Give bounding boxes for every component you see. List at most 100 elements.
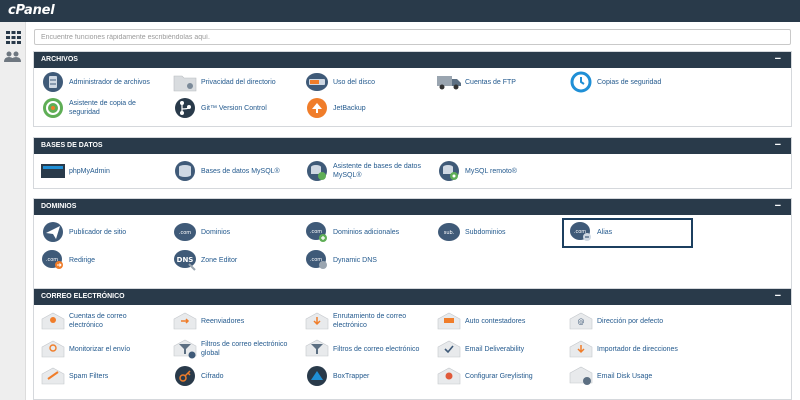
tool-label: Auto contestadores <box>465 317 526 325</box>
email-filter-icon <box>303 338 330 360</box>
tool-phpmyadmin[interactable]: phpMyAdmin <box>39 160 110 182</box>
tool-label: Asistente de bases de datos MySQL® <box>333 163 421 179</box>
tool-label: Cifrado <box>201 372 224 380</box>
truck-icon <box>435 71 462 93</box>
tool-default-address[interactable]: @ Dirección por defecto <box>567 310 663 332</box>
tool-autoresponders[interactable]: Auto contestadores <box>435 310 525 332</box>
tool-label: Dominios <box>201 228 231 236</box>
tools-grid-button[interactable] <box>3 28 23 46</box>
tool-backup-wizard[interactable]: Asistente de copia de seguridad <box>39 97 159 119</box>
sidebar <box>0 22 26 400</box>
svg-text:sub.: sub. <box>443 230 454 236</box>
tool-label: Monitorizar el envío <box>69 345 131 353</box>
git-icon <box>171 97 198 119</box>
grid-icon <box>5 30 21 44</box>
tool-mysql-database-wizard[interactable]: Asistente de bases de datos MySQL® <box>303 160 433 182</box>
section-correo-header[interactable]: CORREO ELECTRÓNICO − <box>34 289 791 305</box>
tool-directory-privacy[interactable]: Privacidad del directorio <box>171 71 276 93</box>
database-icon <box>171 160 198 182</box>
section-archivos: ARCHIVOS − Administrador de archivos Pri… <box>33 51 792 127</box>
tool-greylisting[interactable]: Configurar Greylisting <box>435 365 533 387</box>
dotcom-add-icon: .com <box>303 221 330 243</box>
file-cabinet-icon <box>39 71 66 93</box>
tool-label: MySQL remoto® <box>465 167 517 175</box>
section-dominios-header[interactable]: DOMINIOS − <box>34 199 791 215</box>
tool-remote-mysql[interactable]: MySQL remoto® <box>435 160 517 182</box>
tool-boxtrapper[interactable]: BoxTrapper <box>303 365 369 387</box>
tool-label: Subdominios <box>465 228 506 236</box>
tool-label: Reenviadores <box>201 317 245 325</box>
tool-email-routing[interactable]: Enrutamiento de correo electrónico <box>303 310 418 332</box>
boxtrapper-icon <box>303 365 330 387</box>
tool-label: Email Deliverability <box>465 345 525 353</box>
tool-jetbackup[interactable]: JetBackup <box>303 97 366 119</box>
section-correo-electronico: CORREO ELECTRÓNICO − Cuentas de correo e… <box>33 288 792 400</box>
jetbackup-icon <box>303 97 330 119</box>
remote-database-icon <box>435 160 462 182</box>
tool-disk-usage[interactable]: Uso del disco <box>303 71 375 93</box>
tool-redirects[interactable]: .com Redirige <box>39 249 95 271</box>
users-button[interactable] <box>3 48 23 66</box>
tool-spam-filters[interactable]: Spam Filters <box>39 365 108 387</box>
tool-mysql-databases[interactable]: Bases de datos MySQL® <box>171 160 280 182</box>
spam-filter-icon <box>39 365 66 387</box>
tool-zone-editor[interactable]: DNS Zone Editor <box>171 249 237 271</box>
collapse-icon[interactable]: − <box>775 52 781 67</box>
tool-email-filters[interactable]: Filtros de correo electrónico <box>303 338 419 360</box>
tool-label: Zone Editor <box>201 256 238 264</box>
tool-label: Publicador de sitio <box>69 228 127 236</box>
subdomain-icon: sub. <box>435 221 462 243</box>
tool-label: Cuentas de correo electrónico <box>69 313 127 329</box>
tool-track-delivery[interactable]: Monitorizar el envío <box>39 338 130 360</box>
tool-encryption[interactable]: Cifrado <box>171 365 224 387</box>
section-archivos-header[interactable]: ARCHIVOS − <box>34 52 791 68</box>
paper-plane-icon <box>39 221 66 243</box>
tool-ftp-accounts[interactable]: Cuentas de FTP <box>435 71 516 93</box>
tool-label: Importador de direcciones <box>597 345 678 353</box>
tool-subdomains[interactable]: sub. Subdominios <box>435 221 505 243</box>
tool-domains[interactable]: .com Dominios <box>171 221 230 243</box>
encryption-icon <box>171 365 198 387</box>
dns-icon: DNS <box>171 249 198 271</box>
database-wizard-icon <box>303 160 330 182</box>
tool-dynamic-dns[interactable]: .com Dynamic DNS <box>303 249 377 271</box>
dotcom-dynamic-icon: .com <box>303 249 330 271</box>
tool-forwarders[interactable]: Reenviadores <box>171 310 244 332</box>
email-accounts-icon <box>39 310 66 332</box>
tool-file-manager[interactable]: Administrador de archivos <box>39 71 150 93</box>
section-title: BASES DE DATOS <box>41 142 103 149</box>
email-disk-usage-icon <box>567 365 594 387</box>
disk-icon <box>303 71 330 93</box>
tool-email-accounts[interactable]: Cuentas de correo electrónico <box>39 310 149 332</box>
phpmyadmin-icon <box>39 160 66 182</box>
dotcom-redirect-icon: .com <box>39 249 66 271</box>
tool-email-disk-usage[interactable]: Email Disk Usage <box>567 365 652 387</box>
tool-site-publisher[interactable]: Publicador de sitio <box>39 221 126 243</box>
tool-addon-domains[interactable]: .com Dominios adicionales <box>303 221 399 243</box>
users-icon <box>4 51 21 62</box>
tool-label: Filtros de correo electrónico global <box>201 341 288 357</box>
address-importer-icon <box>567 338 594 360</box>
tool-global-email-filters[interactable]: Filtros de correo electrónico global <box>171 338 296 360</box>
section-title: CORREO ELECTRÓNICO <box>41 293 125 300</box>
collapse-icon[interactable]: − <box>775 289 781 304</box>
search-input[interactable] <box>34 29 791 45</box>
section-bases-de-datos-header[interactable]: BASES DE DATOS − <box>34 138 791 154</box>
collapse-icon[interactable]: − <box>775 138 781 153</box>
global-filter-icon <box>171 338 198 360</box>
tool-email-deliverability[interactable]: Email Deliverability <box>435 338 524 360</box>
collapse-icon[interactable]: − <box>775 199 781 214</box>
folder-icon <box>171 71 198 93</box>
tool-git-version-control[interactable]: Git™ Version Control <box>171 97 267 119</box>
cpanel-logo[interactable]: cPanel <box>8 3 55 18</box>
tool-backup[interactable]: Copias de seguridad <box>567 71 661 93</box>
section-bases-de-datos: BASES DE DATOS − phpMyAdmin Bases de dat… <box>33 137 792 189</box>
tool-address-importer[interactable]: Importador de direcciones <box>567 338 678 360</box>
tool-label: Git™ Version Control <box>201 104 267 112</box>
dotcom-icon: .com <box>171 221 198 243</box>
tool-label: Dominios adicionales <box>333 228 400 236</box>
section-dominios: DOMINIOS − Publicador de sitio .com Domi… <box>33 198 792 301</box>
svg-text:.com: .com <box>309 229 321 235</box>
tool-label: JetBackup <box>333 104 366 112</box>
main-content: ARCHIVOS − Administrador de archivos Pri… <box>26 22 800 400</box>
